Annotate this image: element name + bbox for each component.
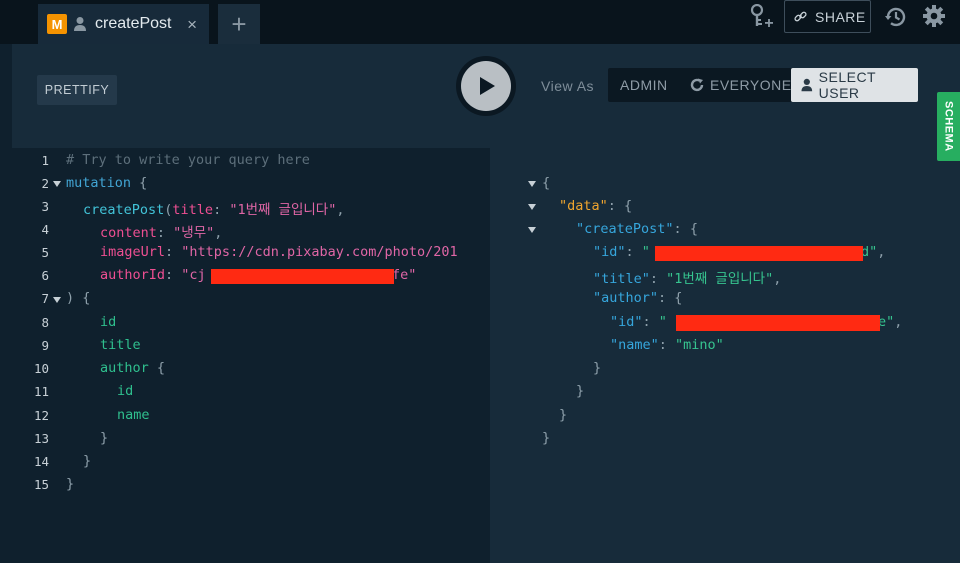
tab-title: createPost <box>95 15 172 32</box>
fold-arrow-icon[interactable] <box>53 180 61 188</box>
line-number: 13 <box>33 431 49 446</box>
role-admin-option[interactable]: ADMIN <box>620 77 668 93</box>
code-line: author { <box>100 360 166 376</box>
line-number: 12 <box>33 408 49 423</box>
link-icon <box>794 11 807 22</box>
role-select-user-label: SELECT USER <box>818 69 876 101</box>
role-everyone-option[interactable]: EVERYONE <box>690 77 792 93</box>
code-line: } <box>66 476 75 492</box>
user-icon <box>73 16 87 32</box>
result-line: "createPost": { <box>576 221 698 237</box>
code-line: createPost(title: "1번째 글입니다", <box>83 202 345 218</box>
share-label: SHARE <box>815 8 866 25</box>
code-line: imageUrl: "https://cdn.pixabay.com/photo… <box>100 244 458 260</box>
code-line-fragment: fe" <box>392 267 417 283</box>
line-number: 6 <box>41 268 49 283</box>
result-line-fragment: d", <box>861 244 886 260</box>
line-number: 7 <box>41 291 49 306</box>
left-edge-strip <box>0 44 12 563</box>
code-line: name <box>117 407 150 423</box>
result-line: "name": "mino" <box>610 337 724 353</box>
result-line: } <box>542 430 551 446</box>
run-query-button[interactable] <box>461 61 511 111</box>
result-line: } <box>576 383 585 399</box>
gear-icon[interactable] <box>922 4 946 28</box>
result-line: "title": "1번째 글입니다", <box>593 271 782 287</box>
line-number: 8 <box>41 315 49 330</box>
line-number: 2 <box>41 176 49 191</box>
line-number: 3 <box>41 199 49 214</box>
result-line: { <box>542 175 551 191</box>
result-line: "data": { <box>559 198 633 214</box>
refresh-icon <box>690 78 704 92</box>
view-as-label: View As <box>541 78 595 94</box>
close-icon[interactable]: × <box>187 15 197 35</box>
result-line: "author": { <box>593 290 683 306</box>
fold-arrow-icon[interactable] <box>528 180 536 188</box>
schema-tab[interactable]: SCHEMA <box>937 92 960 161</box>
line-number: 1 <box>41 153 49 168</box>
code-line: id <box>100 314 117 330</box>
result-line: "id": " <box>593 244 650 260</box>
graphql-playground: M createPost × + SHARE PRETTIFY View As … <box>0 0 960 563</box>
code-line: title <box>100 337 141 353</box>
tab-method-badge: M <box>47 14 67 34</box>
line-number: 11 <box>33 384 49 399</box>
key-icon[interactable] <box>750 3 774 30</box>
history-icon[interactable] <box>884 5 908 29</box>
role-everyone-label: EVERYONE <box>710 77 792 93</box>
redaction-bar <box>676 315 880 331</box>
share-button[interactable]: SHARE <box>784 0 871 33</box>
fold-arrow-icon[interactable] <box>528 203 536 211</box>
result-line: } <box>559 407 568 423</box>
result-pane <box>490 44 960 563</box>
result-line: "id": " <box>610 314 667 330</box>
code-line: } <box>100 430 109 446</box>
code-line: authorId: "cj <box>100 267 206 283</box>
code-line: } <box>83 453 92 469</box>
fold-arrow-icon[interactable] <box>528 226 536 234</box>
line-number: 14 <box>33 454 49 469</box>
line-number: 4 <box>41 222 49 237</box>
redaction-bar <box>211 269 394 284</box>
code-line: content: "냉무", <box>100 225 223 241</box>
line-number: 5 <box>41 245 49 260</box>
add-tab-button[interactable]: + <box>218 4 260 44</box>
prettify-button[interactable]: PRETTIFY <box>37 75 117 105</box>
play-icon <box>480 77 495 95</box>
result-line: } <box>593 360 602 376</box>
code-line: id <box>117 383 134 399</box>
code-line: ) { <box>66 290 91 306</box>
line-number: 15 <box>33 477 49 492</box>
result-line-fragment: e", <box>878 314 903 330</box>
user-icon <box>801 78 813 92</box>
tab-create-post[interactable]: M createPost × <box>38 4 209 44</box>
code-line: mutation { <box>66 175 148 191</box>
redaction-bar <box>655 246 863 261</box>
fold-arrow-icon[interactable] <box>53 296 61 304</box>
code-line: # Try to write your query here <box>66 152 310 168</box>
line-number: 9 <box>41 338 49 353</box>
line-number: 10 <box>33 361 49 376</box>
role-select-user-option[interactable]: SELECT USER <box>791 68 918 102</box>
